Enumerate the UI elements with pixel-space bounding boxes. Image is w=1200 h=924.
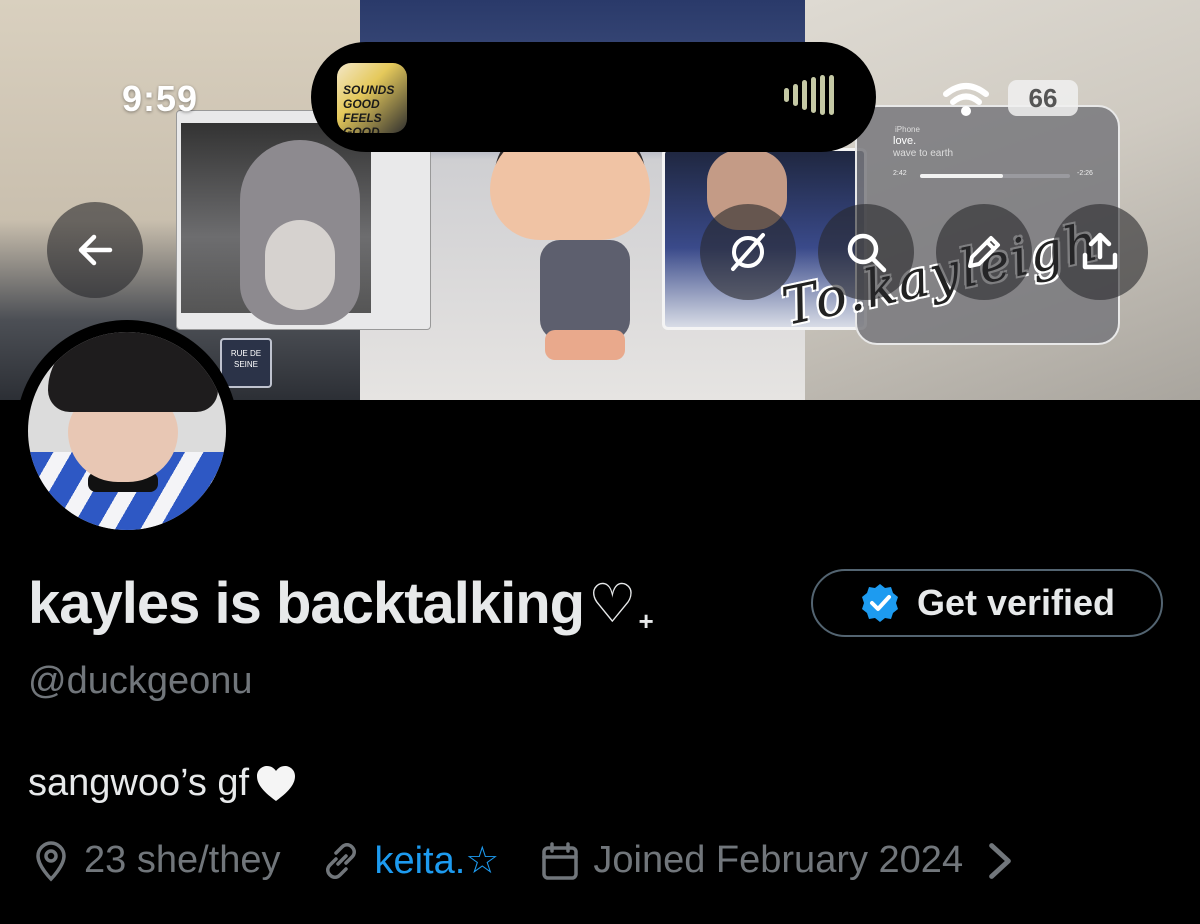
get-verified-label: Get verified [916,582,1116,623]
now-playing-album-art[interactable]: SOUNDS GOOD FEELS GOOD [337,63,407,133]
link-icon [326,842,357,879]
verified-badge-icon [861,584,898,622]
joined-text: Joined February 2024 [593,839,964,881]
share-icon [1082,232,1118,270]
audio-waveform-icon [784,75,834,115]
profile-meta-row: 23 she/they keita.☆ Joined February 2024 [30,838,1073,883]
battery-icon: 66 [1008,80,1078,116]
arrow-left-icon [78,234,113,266]
music-widget-title: love. [893,135,917,147]
banner-doll-body [540,240,630,340]
bio: sangwoo’s gf [28,762,297,805]
music-widget-artist: wave to earth [893,148,954,159]
avatar[interactable] [16,320,238,542]
location-item: 23 she/they [30,839,280,882]
name-suffix: + [638,606,654,636]
search-button[interactable] [818,204,914,300]
banner-doll-legs [545,330,625,360]
location-text: 23 she/they [84,839,281,881]
back-button[interactable] [47,202,143,298]
grok-button[interactable] [700,204,796,300]
website-link[interactable]: keita.☆ [374,838,499,883]
wifi-icon [943,83,989,116]
edit-button[interactable] [936,204,1032,300]
grok-icon [731,233,765,271]
banner-street-sign: RUE DE SEINE [220,338,272,388]
white-heart-icon [257,765,296,801]
music-widget-elapsed: 2:42 [893,170,907,177]
bio-text: sangwoo’s gf [28,762,250,804]
search-icon [847,233,887,273]
album-art-text: SOUNDS GOOD FEELS GOOD [343,83,395,133]
music-widget-progress [920,174,1070,178]
display-name-row: kayles is backtalking ♡ + [28,570,654,637]
chevron-right-icon [989,842,1011,879]
music-widget-source: iPhone [895,125,920,134]
display-name: kayles is backtalking [28,571,585,636]
share-button[interactable] [1052,204,1148,300]
handle: @duckgeonu [28,660,253,702]
get-verified-button[interactable]: Get verified [811,569,1163,637]
joined-item[interactable]: Joined February 2024 [539,839,1033,882]
heart-outline-icon: ♡ [588,573,637,634]
pencil-icon [968,236,1000,268]
location-pin-icon [36,840,66,881]
banner-totoro-belly [265,220,335,310]
music-widget-progress-fill [920,174,1003,178]
calendar-icon [542,841,579,880]
avatar-photo [28,332,226,530]
music-widget-remaining: -2:26 [1077,170,1093,177]
status-time: 9:59 [122,78,199,119]
website-item[interactable]: keita.☆ [320,838,499,883]
